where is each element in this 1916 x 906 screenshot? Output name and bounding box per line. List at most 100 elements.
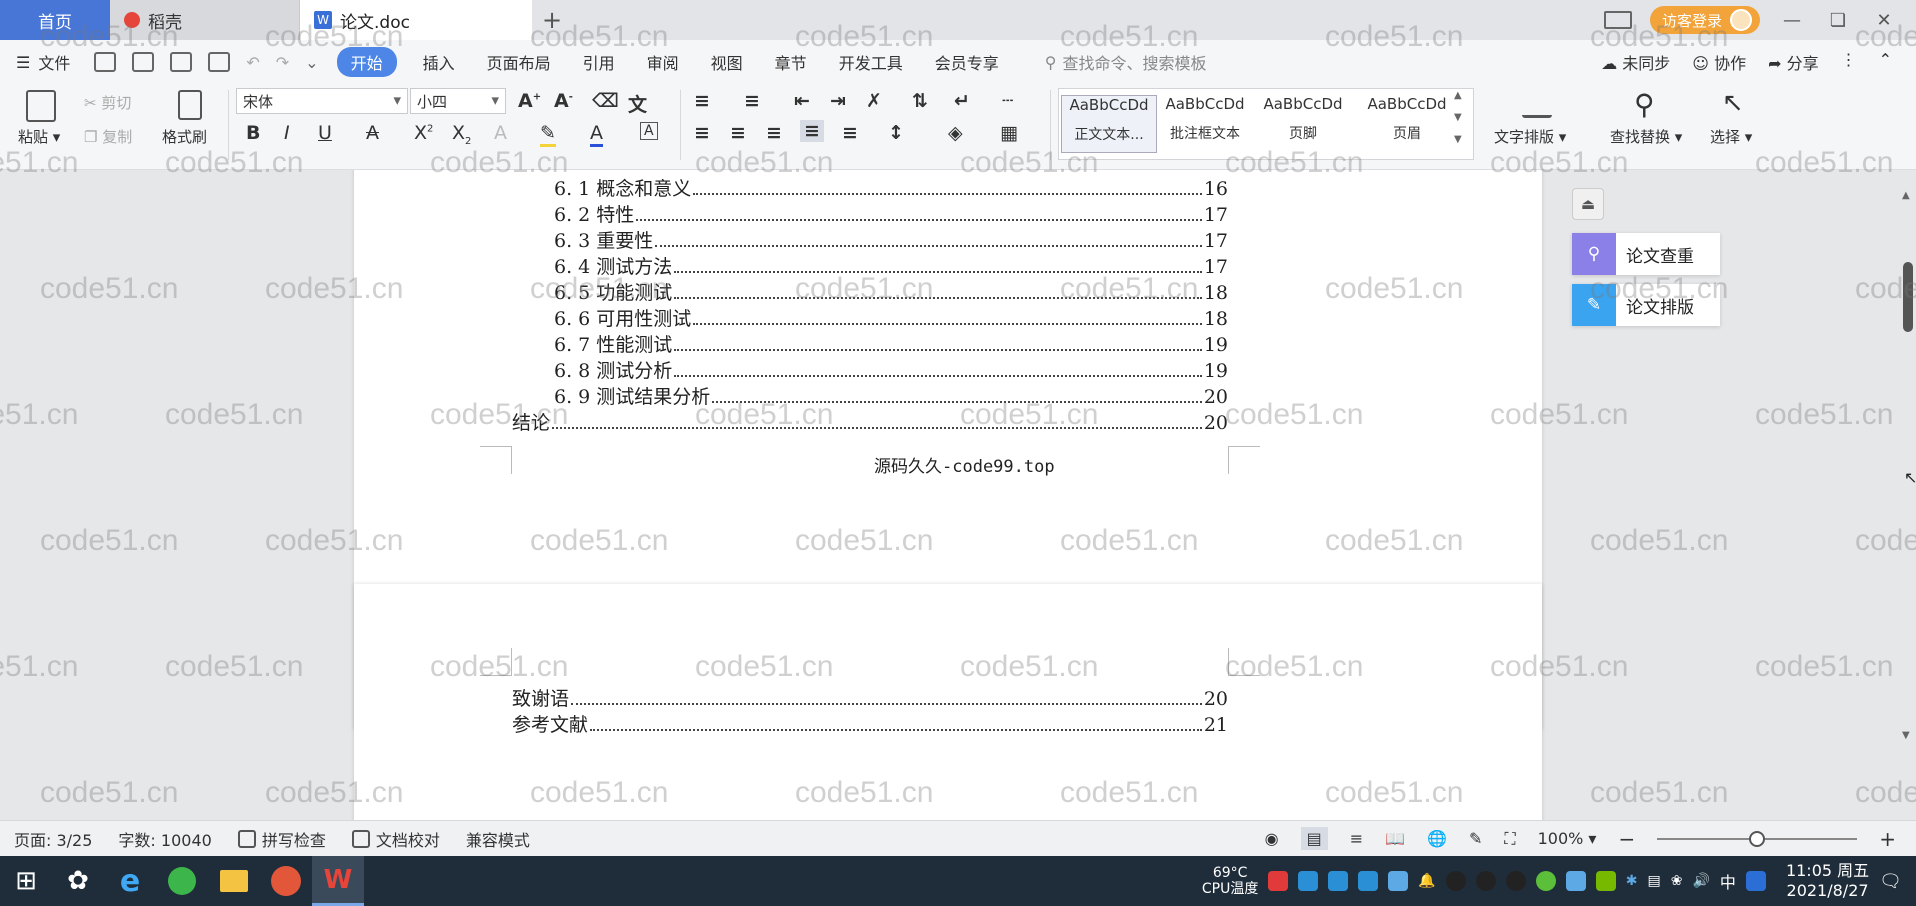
borders-icon[interactable]: ▦ (1000, 122, 1018, 144)
redo-icon[interactable]: ↷ (276, 53, 289, 72)
style-body-text[interactable]: AaBbCcDd 正文文本... (1061, 95, 1157, 153)
shading-icon[interactable]: ◈ (948, 122, 963, 144)
notification-icon[interactable]: 🗨 (1879, 871, 1902, 892)
input-method-icon[interactable] (1745, 871, 1766, 891)
decrease-indent-icon[interactable]: ⇤ (794, 90, 810, 112)
collapse-ribbon-icon[interactable]: ⌃ (1879, 50, 1892, 74)
style-header[interactable]: AaBbCcDd 页眉 (1359, 95, 1455, 143)
export-pdf-icon[interactable] (132, 52, 155, 72)
menu-insert[interactable]: 插入 (407, 50, 471, 74)
more-icon[interactable]: ⋮ (1841, 50, 1857, 74)
show-marks-icon[interactable]: ↵ (954, 90, 970, 112)
page-indicator[interactable]: 页面: 3/25 (14, 827, 92, 851)
nvidia-icon[interactable] (1595, 871, 1616, 891)
menu-start[interactable]: 开始 (336, 47, 397, 77)
menu-chapter[interactable]: 章节 (759, 50, 823, 74)
print-preview-icon[interactable] (208, 52, 231, 72)
fit-page-icon[interactable]: ⛶ (1504, 829, 1515, 849)
styles-scroll-up-icon[interactable]: ▲ (1454, 90, 1462, 101)
styles-more-icon[interactable]: ▼ (1454, 134, 1462, 145)
bold-icon[interactable]: B (246, 122, 260, 144)
page-view-icon[interactable]: ▤ (1300, 827, 1328, 850)
tray-app-icon[interactable] (1358, 871, 1379, 891)
phonetic-guide-icon[interactable]: 文 (628, 90, 647, 117)
browser-360-button[interactable] (156, 856, 208, 906)
tab-ruler-icon[interactable]: ┄ (1002, 90, 1013, 112)
text-effect-icon[interactable]: A (494, 122, 507, 144)
clear-format-icon[interactable]: ⌫ (592, 90, 619, 112)
italic-icon[interactable]: I (284, 122, 290, 144)
shrink-font-icon[interactable]: A- (554, 90, 573, 112)
paste-button[interactable]: 粘贴 ▾ (18, 126, 60, 147)
word-count[interactable]: 字数: 10040 (118, 827, 211, 851)
char-border-icon[interactable]: A (640, 122, 658, 140)
style-comment-box[interactable]: AaBbCcDd 批注框文本 (1157, 95, 1253, 143)
eye-protect-icon[interactable]: ◉ (1265, 829, 1279, 848)
paper-check-button[interactable]: ⚲ 论文查重 (1572, 233, 1720, 275)
line-spacing-icon[interactable]: ↕ (888, 122, 904, 144)
restore-icon[interactable]: ❏ (1824, 10, 1852, 31)
new-tab-button[interactable]: + (532, 0, 572, 40)
menu-membership[interactable]: 会员专享 (919, 50, 1015, 74)
superscript-icon[interactable]: X2 (414, 122, 433, 144)
zoom-out-icon[interactable]: − (1618, 827, 1635, 851)
cut-button[interactable]: ✂ 剪切 (84, 92, 131, 113)
save-icon[interactable] (94, 52, 117, 72)
tab-daoke[interactable]: 稻壳 (110, 0, 300, 40)
write-mode-icon[interactable]: ✎ (1469, 829, 1482, 848)
qq-icon[interactable] (1445, 871, 1466, 891)
close-icon[interactable]: ✕ (1870, 10, 1898, 31)
page[interactable]: 致谢语 20 参考文献 21 (354, 584, 1542, 820)
app-icon[interactable]: ✿ (52, 856, 104, 906)
style-footer[interactable]: AaBbCcDd 页脚 (1255, 95, 1351, 143)
bluetooth-icon[interactable]: ✱ (1626, 873, 1638, 889)
cpu-temp-widget[interactable]: 69°C CPU温度 (1202, 865, 1258, 897)
customize-icon[interactable]: ⌄ (305, 53, 318, 72)
qq-icon[interactable] (1475, 871, 1496, 891)
font-size-select[interactable]: 小四 ▾ (410, 88, 506, 114)
menu-view[interactable]: 视图 (695, 50, 759, 74)
scroll-down-icon[interactable]: ▼ (1902, 730, 1910, 741)
zoom-slider-knob[interactable] (1749, 830, 1766, 847)
scroll-up-icon[interactable]: ▲ (1902, 190, 1910, 201)
bell-icon[interactable]: 🔔 (1418, 873, 1435, 889)
sort-icon[interactable]: ⇅ (912, 90, 928, 112)
grow-font-icon[interactable]: A+ (518, 90, 541, 112)
qq-icon[interactable] (1505, 871, 1526, 891)
scroll-thumb[interactable] (1903, 262, 1913, 332)
command-search[interactable]: ⚲ 查找命令、搜索模板 (1045, 50, 1207, 74)
vertical-scrollbar[interactable]: ▲ ▼ (1900, 190, 1916, 790)
tray-app-icon[interactable] (1328, 871, 1349, 891)
login-button[interactable]: 访客登录 (1649, 6, 1760, 34)
print-icon[interactable] (170, 52, 193, 72)
tab-document[interactable]: W 论文.doc (300, 0, 532, 40)
font-name-select[interactable]: 宋体 ▾ (236, 88, 408, 114)
zoom-select[interactable]: 100% ▾ (1538, 829, 1597, 848)
strikethrough-icon[interactable]: A (366, 122, 379, 144)
battery-icon[interactable]: ▤ (1648, 873, 1661, 889)
format-painter-button[interactable]: 格式刷 (162, 126, 207, 147)
panel-collapse-button[interactable]: ⏏ (1572, 188, 1604, 220)
menu-references[interactable]: 引用 (567, 50, 631, 74)
chinese-layout-icon[interactable]: ✗ (866, 90, 882, 112)
document-area[interactable]: 6. 1 概念和意义 16 6. 2 特性 17 6. 3 重要性 17 6. 4 测… (0, 170, 1916, 820)
text-layout-button[interactable]: 文字排版 ▾ (1494, 126, 1566, 147)
read-mode-icon[interactable]: 📖 (1385, 829, 1405, 848)
find-replace-button[interactable]: 查找替换 ▾ (1610, 126, 1682, 147)
start-button[interactable]: ⊞ (0, 856, 52, 906)
underline-icon[interactable]: U (318, 122, 332, 144)
subscript-icon[interactable]: X2 (452, 122, 471, 147)
undo-icon[interactable]: ↶ (246, 53, 259, 72)
zoom-slider[interactable] (1657, 830, 1858, 847)
wifi-icon[interactable]: ❀ (1671, 873, 1683, 889)
copy-button[interactable]: ❐ 复制 (84, 126, 132, 147)
menu-page-layout[interactable]: 页面布局 (471, 50, 567, 74)
zoom-in-icon[interactable]: + (1879, 827, 1896, 851)
recorder-app-button[interactable] (260, 856, 312, 906)
tray-app-icon[interactable] (1268, 871, 1289, 891)
file-menu[interactable]: ☰ 文件 (0, 50, 86, 74)
align-left-icon[interactable]: ≡ (694, 122, 710, 144)
wps-writer-button[interactable]: W (312, 856, 364, 906)
outline-view-icon[interactable]: ≡ (1350, 829, 1363, 848)
sync-button[interactable]: ☁ 未同步 (1601, 50, 1670, 74)
